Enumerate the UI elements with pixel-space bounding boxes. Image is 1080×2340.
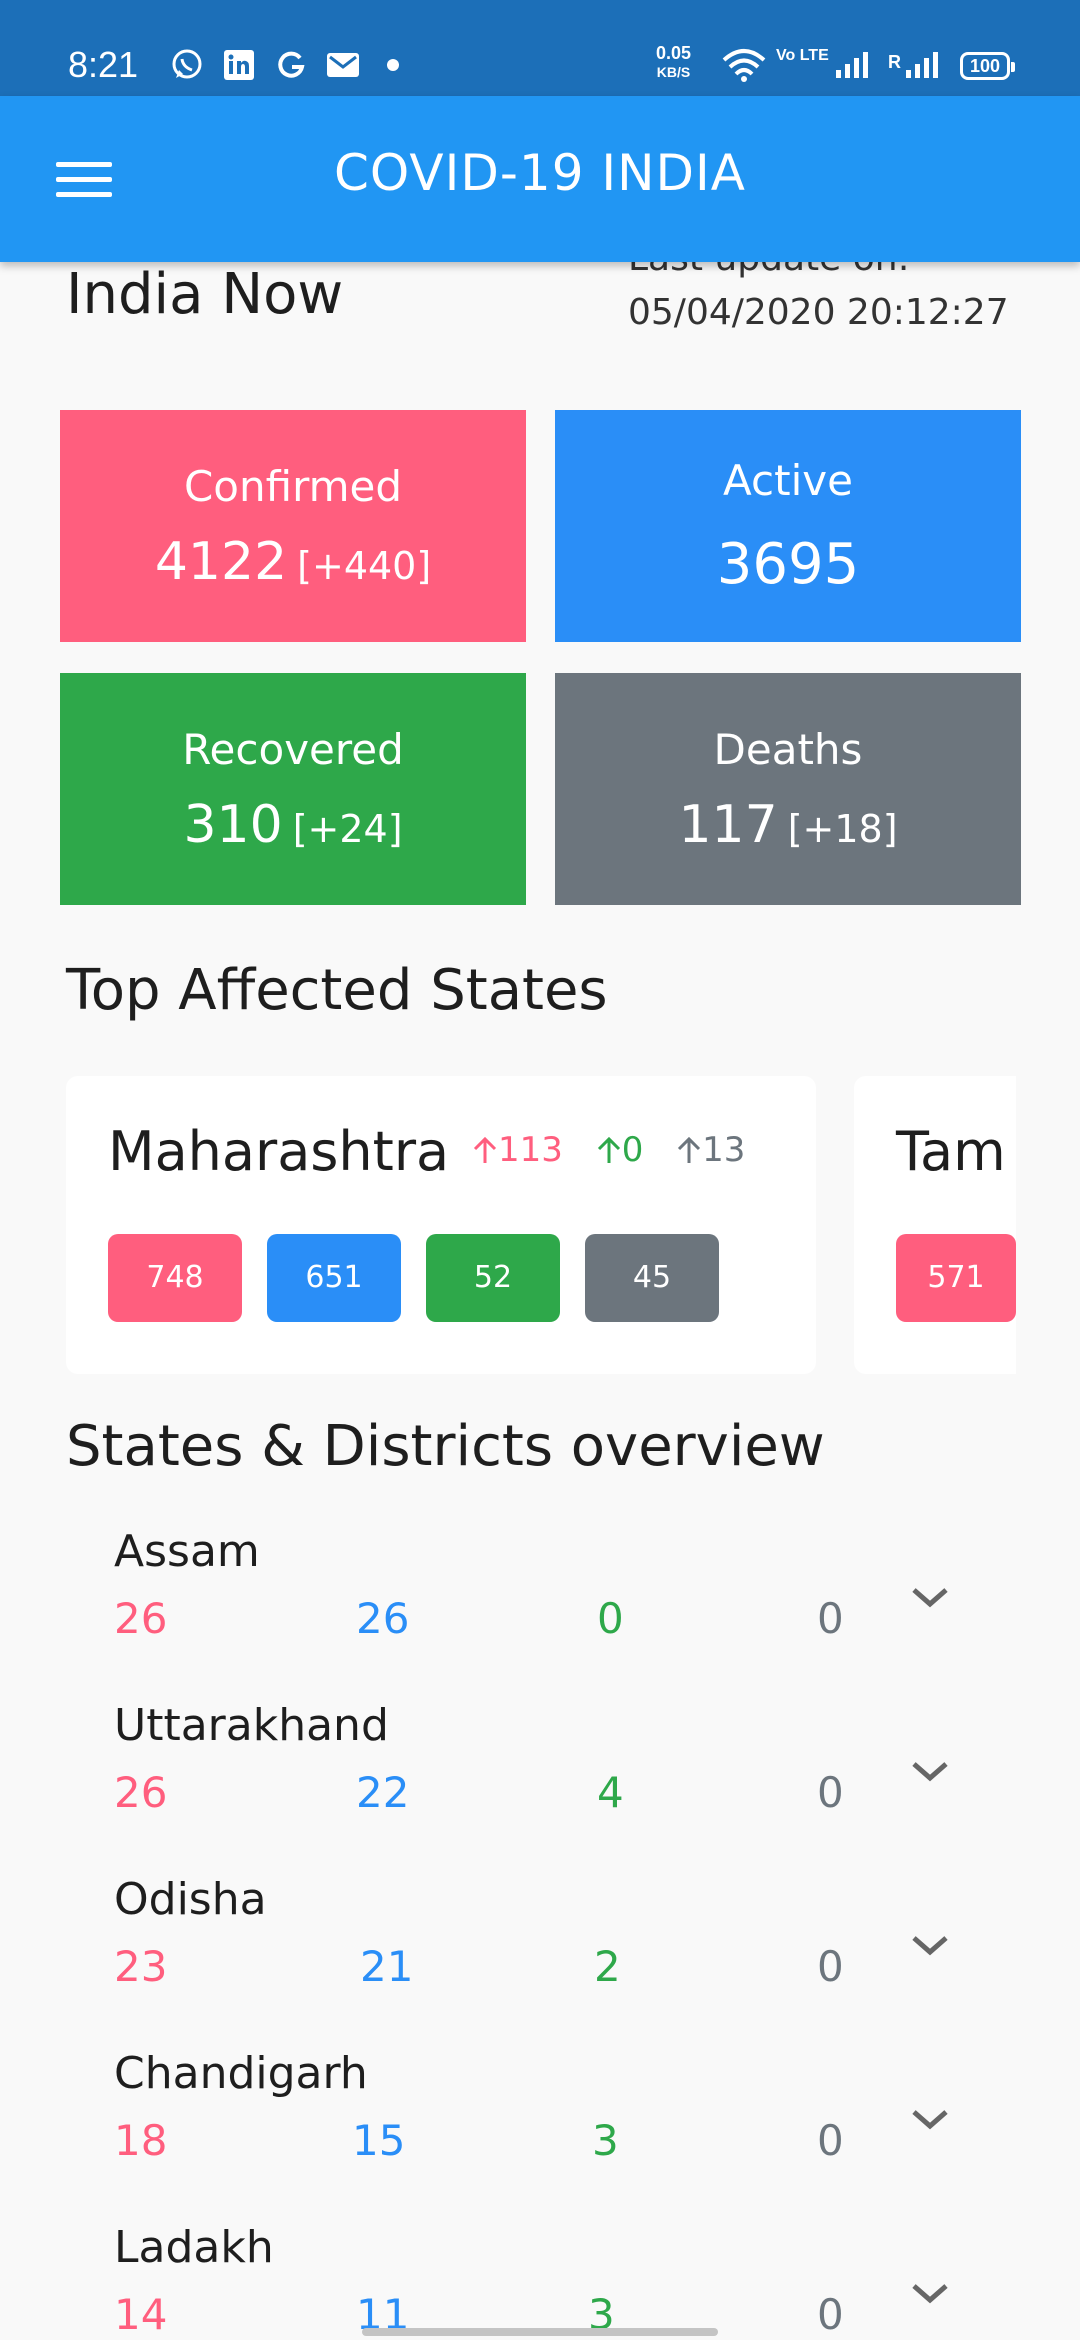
recovered-card: Recovered 310 [+24]	[60, 673, 526, 905]
grammarly-icon	[274, 48, 308, 82]
deaths-value: 117	[678, 795, 778, 855]
delta-deaths: 13	[676, 1130, 745, 1170]
deaths-label: Deaths	[713, 725, 863, 774]
notification-dot-icon	[376, 48, 410, 82]
active-value: 3695	[716, 532, 860, 597]
row-active: 26	[356, 1594, 410, 1643]
confirmed-card: Confirmed 4122 [+440]	[60, 410, 526, 642]
row-state-name: Chandigarh	[114, 2048, 368, 2099]
active-pill: 651	[267, 1234, 401, 1322]
row-active: 21	[360, 1942, 414, 1991]
row-state-name: Assam	[114, 1526, 260, 1577]
row-deaths: 0	[817, 2290, 844, 2339]
net-speed-unit: KB/S	[656, 64, 691, 80]
confirmed-label: Confirmed	[183, 462, 403, 511]
active-label: Active	[723, 456, 853, 505]
state-name: Maharashtra	[108, 1120, 450, 1183]
state-name: Tam	[896, 1120, 1006, 1183]
linkedin-icon	[222, 48, 256, 82]
row-confirmed: 18	[114, 2116, 168, 2165]
sim2-label: R	[888, 52, 901, 72]
confirmed-value-row: 4122 [+440]	[60, 532, 526, 592]
row-recovered: 4	[597, 1768, 624, 1817]
status-bar: 8:21 0.05 KB/S Vo LTE R 100	[0, 0, 1080, 96]
gmail-icon	[326, 48, 360, 82]
chevron-down-icon[interactable]	[910, 1930, 950, 1960]
net-speed-value: 0.05	[656, 43, 692, 63]
delta-recovered: 0	[596, 1130, 643, 1170]
deaths-card: Deaths 117 [+18]	[555, 673, 1021, 905]
top-affected-title: Top Affected States	[66, 958, 608, 1023]
whatsapp-icon	[170, 48, 204, 82]
row-confirmed: 26	[114, 1768, 168, 1817]
signal-icon	[834, 48, 874, 82]
recovered-value-row: 310 [+24]	[60, 795, 526, 855]
row-deaths: 0	[817, 1942, 844, 1991]
app-bar: COVID-19 INDIA	[0, 96, 1080, 262]
chevron-down-icon[interactable]	[910, 2104, 950, 2134]
state-row[interactable]: Odisha 23 21 2 0	[0, 1874, 1080, 2048]
confirmed-value: 4122	[154, 532, 288, 592]
row-recovered: 0	[597, 1594, 624, 1643]
recovered-value: 310	[183, 795, 283, 855]
recovered-pill: 52	[426, 1234, 560, 1322]
deaths-value-row: 117 [+18]	[555, 795, 1021, 855]
state-row[interactable]: Chandigarh 18 15 3 0	[0, 2048, 1080, 2222]
confirmed-pill: 748	[108, 1234, 242, 1322]
signal-icon	[904, 48, 944, 82]
recovered-delta: [+24]	[292, 807, 403, 851]
app-title: COVID-19 INDIA	[334, 144, 746, 202]
state-changes: 113 0 13	[472, 1130, 767, 1170]
deaths-delta: [+18]	[787, 807, 898, 851]
row-deaths: 0	[817, 2116, 844, 2165]
last-update-time: 05/04/2020 20:12:27	[628, 292, 1009, 333]
confirmed-delta: [+440]	[297, 544, 432, 588]
arrow-up-icon	[597, 1136, 620, 1163]
status-time: 8:21	[68, 44, 139, 85]
recovered-label: Recovered	[182, 725, 404, 774]
row-confirmed: 26	[114, 1594, 168, 1643]
battery-icon: 100	[960, 52, 1015, 80]
row-deaths: 0	[817, 1594, 844, 1643]
row-active: 22	[356, 1768, 410, 1817]
net-speed: 0.05 KB/S	[656, 44, 691, 82]
wifi-icon	[722, 48, 766, 82]
overview-title: States & Districts overview	[66, 1414, 825, 1479]
chevron-down-icon[interactable]	[910, 2278, 950, 2308]
arrow-up-icon	[678, 1136, 701, 1163]
chevron-down-icon[interactable]	[910, 1756, 950, 1786]
state-row[interactable]: Uttarakhand 26 22 4 0	[0, 1700, 1080, 1874]
row-confirmed: 14	[114, 2290, 168, 2339]
row-state-name: Odisha	[114, 1874, 267, 1925]
chevron-down-icon[interactable]	[910, 1582, 950, 1612]
row-state-name: Ladakh	[114, 2222, 274, 2273]
page-title: India Now	[66, 262, 344, 327]
delta-confirmed: 113	[472, 1130, 563, 1170]
state-card-maharashtra[interactable]: Maharashtra 113 0 13 748 651 52 45	[66, 1076, 816, 1374]
arrow-up-icon	[473, 1136, 497, 1163]
row-recovered: 2	[594, 1942, 621, 1991]
row-deaths: 0	[817, 1768, 844, 1817]
state-row[interactable]: Assam 26 26 0 0	[0, 1526, 1080, 1700]
state-row[interactable]: Ladakh 14 11 3 0	[0, 2222, 1080, 2340]
row-state-name: Uttarakhand	[114, 1700, 389, 1751]
state-card-tamil-nadu[interactable]: Tam 571	[854, 1076, 1016, 1374]
confirmed-pill: 571	[896, 1234, 1016, 1322]
row-confirmed: 23	[114, 1942, 168, 1991]
top-states-carousel[interactable]: Maharashtra 113 0 13 748 651 52 45 Tam 5…	[66, 1076, 1016, 1376]
home-indicator[interactable]	[362, 2328, 718, 2336]
active-card: Active 3695	[555, 410, 1021, 642]
deaths-pill: 45	[585, 1234, 719, 1322]
volte-label: Vo LTE	[776, 47, 829, 64]
row-recovered: 3	[592, 2116, 619, 2165]
row-active: 15	[352, 2116, 406, 2165]
